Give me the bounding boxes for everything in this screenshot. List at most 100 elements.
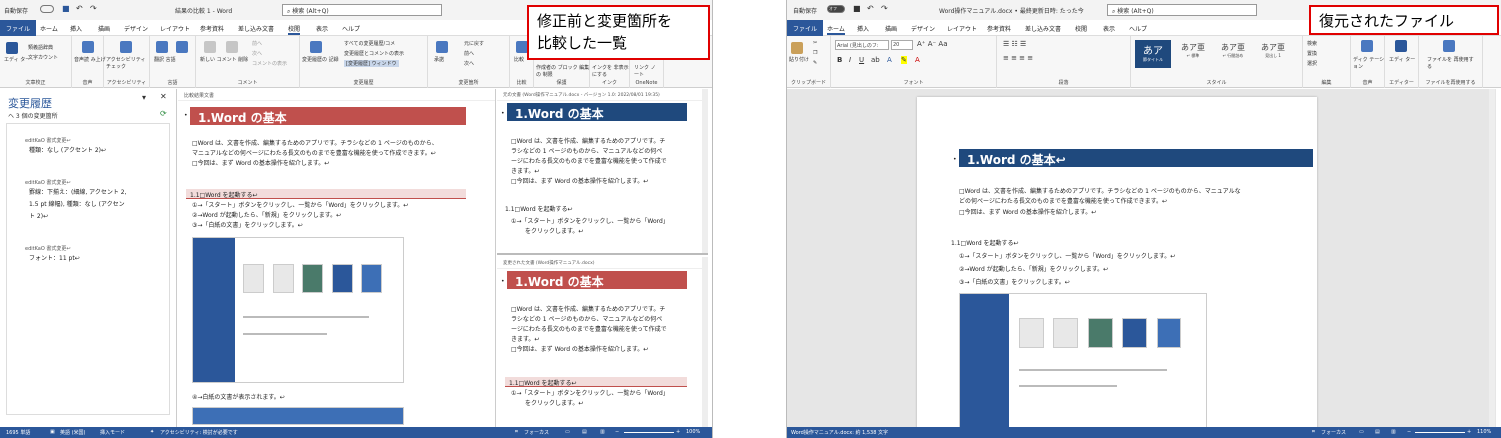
redo-icon[interactable]: ↷ [881, 4, 888, 13]
font-size-select[interactable]: 20 [891, 40, 913, 50]
focus-button[interactable]: フォーカス [1321, 429, 1346, 436]
editor-icon[interactable] [6, 42, 18, 54]
zoom-out-icon[interactable]: − [615, 429, 619, 435]
undo-icon[interactable]: ↶ [867, 4, 874, 13]
tab-insert[interactable]: 挿入 [70, 24, 82, 33]
tab-layout[interactable]: レイアウト [160, 24, 190, 33]
revision-detail[interactable]: 種類：なし (アクセント 2)↩ [29, 146, 106, 156]
grow-font-icon[interactable]: A⁺ A⁻ Aa [917, 40, 948, 48]
strikethrough-icon[interactable]: ab [871, 56, 880, 64]
italic-icon[interactable]: I [849, 56, 851, 64]
zoom-level[interactable]: 100% [686, 429, 700, 435]
replace-button[interactable]: 置換 [1307, 50, 1317, 57]
highlight-icon[interactable]: ✎ [901, 56, 907, 64]
tab-file[interactable]: ファイル [787, 20, 824, 36]
next-change-button[interactable]: 次へ [464, 60, 474, 67]
select-button[interactable]: 選択 [1307, 60, 1317, 67]
editor-icon[interactable] [1395, 40, 1407, 52]
revision-detail[interactable]: 罫線：下揃え：(細線, アクセント 2, [29, 188, 127, 198]
show-markup-button[interactable]: 変更履歴とコメントの表示 [344, 50, 404, 57]
tab-view[interactable]: 表示 [1103, 24, 1115, 33]
word-count-button[interactable]: 文字カウント [28, 54, 58, 61]
bold-icon[interactable]: B [837, 56, 842, 64]
style-gallery-item[interactable]: あア亜 ↵ 行間詰め [1215, 40, 1251, 68]
scrollbar[interactable] [702, 89, 708, 253]
style-gallery-item[interactable]: あア亜 ↵ 標準 [1175, 40, 1211, 68]
save-icon[interactable]: ■ [62, 4, 70, 13]
revised-document[interactable]: 変更された文書 (Word操作マニュアル.docx) • 1.Word の基本 … [497, 257, 708, 427]
revision-detail[interactable]: フォント：11 pt↩ [29, 254, 80, 264]
tab-help[interactable]: ヘルプ [1129, 24, 1147, 33]
collapse-icon[interactable]: ヘ [8, 113, 16, 120]
autosave-toggle[interactable] [40, 5, 54, 13]
microphone-icon[interactable] [1361, 40, 1373, 52]
tab-insert[interactable]: 挿入 [857, 24, 869, 33]
thesaurus-button[interactable]: 類義語辞典 [28, 44, 53, 51]
document-info[interactable]: Word操作マニュアル.docx: 約 1,538 文字 [791, 429, 888, 436]
tab-mailings[interactable]: 差し込み文書 [1025, 24, 1061, 33]
reject-button[interactable]: 元に戻す [464, 40, 484, 47]
tab-view[interactable]: 表示 [316, 24, 328, 33]
next-comment-button[interactable]: 次へ [252, 50, 262, 57]
tab-review[interactable]: 校閲 [288, 24, 301, 35]
paste-icon[interactable] [791, 42, 803, 54]
pane-options-icon[interactable]: ▾ [142, 93, 146, 102]
accessibility-status-icon[interactable]: ✦ [150, 429, 154, 435]
save-icon[interactable]: ■ [853, 4, 861, 13]
tab-home[interactable]: ホーム [40, 24, 58, 33]
markup-select[interactable]: すべての変更履歴/コメ [344, 40, 395, 47]
underline-icon[interactable]: U [859, 56, 864, 64]
focus-icon[interactable]: ⌗ [515, 429, 518, 435]
tab-draw[interactable]: 描画 [885, 24, 897, 33]
tab-draw[interactable]: 描画 [98, 24, 110, 33]
redo-icon[interactable]: ↷ [90, 4, 97, 13]
close-icon[interactable]: ✕ [160, 92, 167, 101]
tab-layout[interactable]: レイアウト [947, 24, 977, 33]
language-icon[interactable] [176, 41, 188, 53]
document-page[interactable]: • 1.Word の基本↩ □Word は、文書を作成、編集するためのアプリです… [917, 97, 1317, 427]
format-painter-icon[interactable]: ✎ [813, 60, 817, 66]
focus-button[interactable]: フォーカス [524, 429, 549, 436]
web-layout-icon[interactable]: ▥ [600, 429, 605, 435]
copy-icon[interactable]: ❐ [813, 50, 817, 56]
zoom-in-icon[interactable]: + [1467, 429, 1471, 435]
tab-references[interactable]: 参考資料 [987, 24, 1011, 33]
revision-detail[interactable]: 1.5 pt 線幅), 種類：なし (アクセン [29, 200, 125, 210]
prev-comment-button[interactable]: 前へ [252, 40, 262, 47]
word-count[interactable]: 1695 単語 [6, 429, 30, 436]
scrollbar[interactable] [1489, 89, 1495, 427]
read-aloud-icon[interactable] [82, 41, 94, 53]
tab-mailings[interactable]: 差し込み文書 [238, 24, 274, 33]
original-document[interactable]: 元の文書 (Word操作マニュアル.docx - バージョン 1.0: 2022… [497, 89, 708, 255]
print-layout-icon[interactable]: ▤ [582, 429, 587, 435]
zoom-slider[interactable] [624, 432, 674, 433]
reuse-files-icon[interactable] [1443, 40, 1455, 52]
font-color-icon[interactable]: A [915, 56, 920, 64]
proofing-icon[interactable]: ▣ [50, 429, 55, 435]
align-icons[interactable]: ≡ ≡ ≡ ≡ [1003, 54, 1033, 62]
zoom-level[interactable]: 110% [1477, 429, 1491, 435]
tab-design[interactable]: デザイン [124, 24, 148, 33]
translate-icon[interactable] [156, 41, 168, 53]
accessibility-status[interactable]: アクセシビリティ: 検討が必要です [160, 429, 238, 436]
focus-icon[interactable]: ⌗ [1312, 429, 1315, 435]
find-button[interactable]: 検索 [1307, 40, 1317, 47]
tab-file[interactable]: ファイル [0, 20, 37, 36]
style-gallery-item[interactable]: あア 節タイトル [1135, 40, 1171, 68]
compared-document[interactable]: 比較結果文書 • 1.Word の基本 □Word は、文書を作成、編集するため… [178, 89, 496, 427]
style-gallery-item[interactable]: あア亜 見出し 1 [1255, 40, 1291, 68]
prev-change-button[interactable]: 前へ [464, 50, 474, 57]
undo-icon[interactable]: ↶ [76, 4, 83, 13]
insert-mode[interactable]: 挿入モード [100, 429, 125, 436]
search-box[interactable]: ⌕ 検索 (Alt+Q) [1107, 4, 1257, 16]
cut-icon[interactable]: ✂ [813, 40, 817, 46]
accept-icon[interactable] [436, 41, 448, 53]
tab-help[interactable]: ヘルプ [342, 24, 360, 33]
zoom-out-icon[interactable]: − [1407, 429, 1411, 435]
delete-comment-icon[interactable] [226, 41, 238, 53]
reviewing-pane-button[interactable]: [変更履歴] ウィンドウ [344, 60, 399, 67]
refresh-icon[interactable]: ⟳ [160, 109, 167, 118]
read-mode-icon[interactable]: ▭ [1359, 429, 1364, 435]
read-mode-icon[interactable]: ▭ [565, 429, 570, 435]
scrollbar[interactable] [702, 257, 708, 427]
